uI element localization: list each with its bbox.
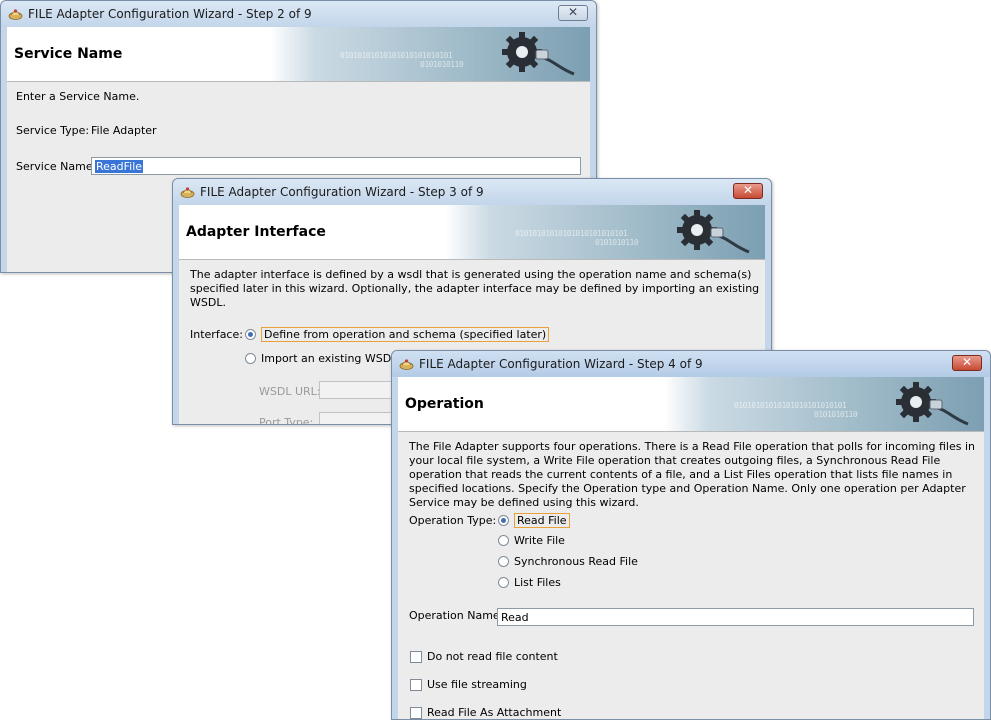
checkbox-label: Do not read file content — [427, 650, 558, 663]
radio-label: Read File — [514, 513, 570, 528]
window-title: FILE Adapter Configuration Wizard - Step… — [419, 357, 703, 371]
page-title: Adapter Interface — [186, 224, 326, 240]
header-banner: 01010101010101010101010101 0101010110 — [664, 377, 984, 431]
checkbox-indicator[interactable] — [410, 678, 422, 691]
window-title: FILE Adapter Configuration Wizard - Step… — [200, 185, 484, 199]
gear-plug-icon — [502, 32, 575, 76]
page-title: Operation — [405, 396, 484, 412]
close-button[interactable]: ✕ — [952, 355, 982, 371]
page-title: Service Name — [14, 46, 123, 62]
radio-indicator[interactable] — [498, 577, 509, 588]
wizard-app-icon — [399, 359, 414, 370]
operation-name-input[interactable]: Read — [497, 608, 974, 626]
interface-label: Interface: — [190, 328, 243, 341]
window-title: FILE Adapter Configuration Wizard - Step… — [28, 7, 312, 21]
window-titlebar[interactable]: FILE Adapter Configuration Wizard - Step… — [1, 1, 596, 27]
wsdl-url-label: WSDL URL: — [259, 385, 321, 398]
instruction-text: Enter a Service Name. — [16, 90, 140, 103]
close-icon: ✕ — [567, 5, 579, 19]
dialog-body: Operation 01010101010101010101010101 010… — [398, 377, 984, 719]
operation-type-label: Operation Type: — [409, 514, 497, 527]
service-type-label: Service Type: — [16, 124, 90, 137]
wizard-window-step4: FILE Adapter Configuration Wizard - Step… — [391, 350, 991, 720]
wizard-header: Operation 01010101010101010101010101 010… — [398, 377, 984, 432]
radio-synchronous-read-file[interactable]: Synchronous Read File — [498, 555, 638, 568]
checkbox-indicator[interactable] — [410, 650, 422, 663]
close-button[interactable]: ✕ — [558, 5, 588, 21]
radio-label: Import an existing WSDL — [261, 352, 398, 365]
port-type-label: Port Type: — [259, 416, 314, 424]
binary-decoration: 01010101010101010101010101 — [515, 229, 628, 238]
radio-list-files[interactable]: List Files — [498, 576, 561, 589]
radio-indicator[interactable] — [498, 515, 509, 526]
checkbox-label: Read File As Attachment — [427, 706, 562, 719]
checkbox-label: Use file streaming — [427, 678, 527, 691]
checkbox-do-not-read-content[interactable]: Do not read file content — [410, 650, 558, 663]
radio-indicator[interactable] — [498, 535, 509, 546]
radio-label: Synchronous Read File — [514, 555, 638, 568]
binary-decoration: 0101010110 — [420, 60, 464, 69]
wizard-app-icon — [180, 187, 195, 198]
description-text: The File Adapter supports four operation… — [409, 440, 976, 509]
service-name-value: ReadFile — [95, 160, 144, 173]
header-banner: 01010101010101010101010101 0101010110 — [445, 205, 765, 259]
radio-indicator[interactable] — [245, 353, 256, 364]
close-button[interactable]: ✕ — [733, 183, 763, 199]
wizard-app-icon — [8, 9, 23, 20]
wizard-header: Adapter Interface 0101010101010101010101… — [179, 205, 765, 260]
operation-name-label: Operation Name: — [409, 609, 504, 622]
wsdl-url-input[interactable] — [319, 381, 399, 399]
gear-plug-icon — [677, 210, 750, 254]
service-name-label: Service Name: — [16, 160, 97, 173]
window-titlebar[interactable]: FILE Adapter Configuration Wizard - Step… — [392, 351, 990, 377]
checkbox-read-as-attachment[interactable]: Read File As Attachment — [410, 706, 561, 719]
close-icon: ✕ — [961, 355, 973, 369]
binary-decoration: 01010101010101010101010101 — [340, 51, 453, 60]
service-type-value: File Adapter — [91, 124, 157, 137]
radio-write-file[interactable]: Write File — [498, 534, 565, 547]
header-banner: 01010101010101010101010101 0101010110 — [270, 27, 590, 81]
checkbox-use-file-streaming[interactable]: Use file streaming — [410, 678, 527, 691]
port-type-input[interactable] — [319, 412, 399, 424]
window-titlebar[interactable]: FILE Adapter Configuration Wizard - Step… — [173, 179, 771, 205]
description-text: The adapter interface is defined by a ws… — [190, 268, 760, 309]
binary-decoration: 01010101010101010101010101 — [734, 401, 847, 410]
operation-name-value: Read — [501, 611, 529, 624]
radio-read-file[interactable]: Read File — [498, 513, 570, 528]
radio-indicator[interactable] — [498, 556, 509, 567]
radio-label: List Files — [514, 576, 561, 589]
service-name-input[interactable]: ReadFile — [91, 157, 581, 175]
radio-indicator[interactable] — [245, 329, 256, 340]
radio-import-wsdl[interactable]: Import an existing WSDL — [245, 352, 397, 365]
radio-label: Write File — [514, 534, 565, 547]
radio-define-from-operation[interactable]: Define from operation and schema (specif… — [245, 327, 550, 342]
radio-label: Define from operation and schema (specif… — [261, 327, 550, 342]
gear-plug-icon — [896, 382, 969, 426]
binary-decoration: 0101010110 — [595, 238, 639, 247]
close-icon: ✕ — [742, 183, 754, 197]
binary-decoration: 0101010110 — [814, 410, 858, 419]
wizard-header: Service Name 01010101010101010101010101 … — [7, 27, 590, 82]
checkbox-indicator[interactable] — [410, 706, 422, 719]
